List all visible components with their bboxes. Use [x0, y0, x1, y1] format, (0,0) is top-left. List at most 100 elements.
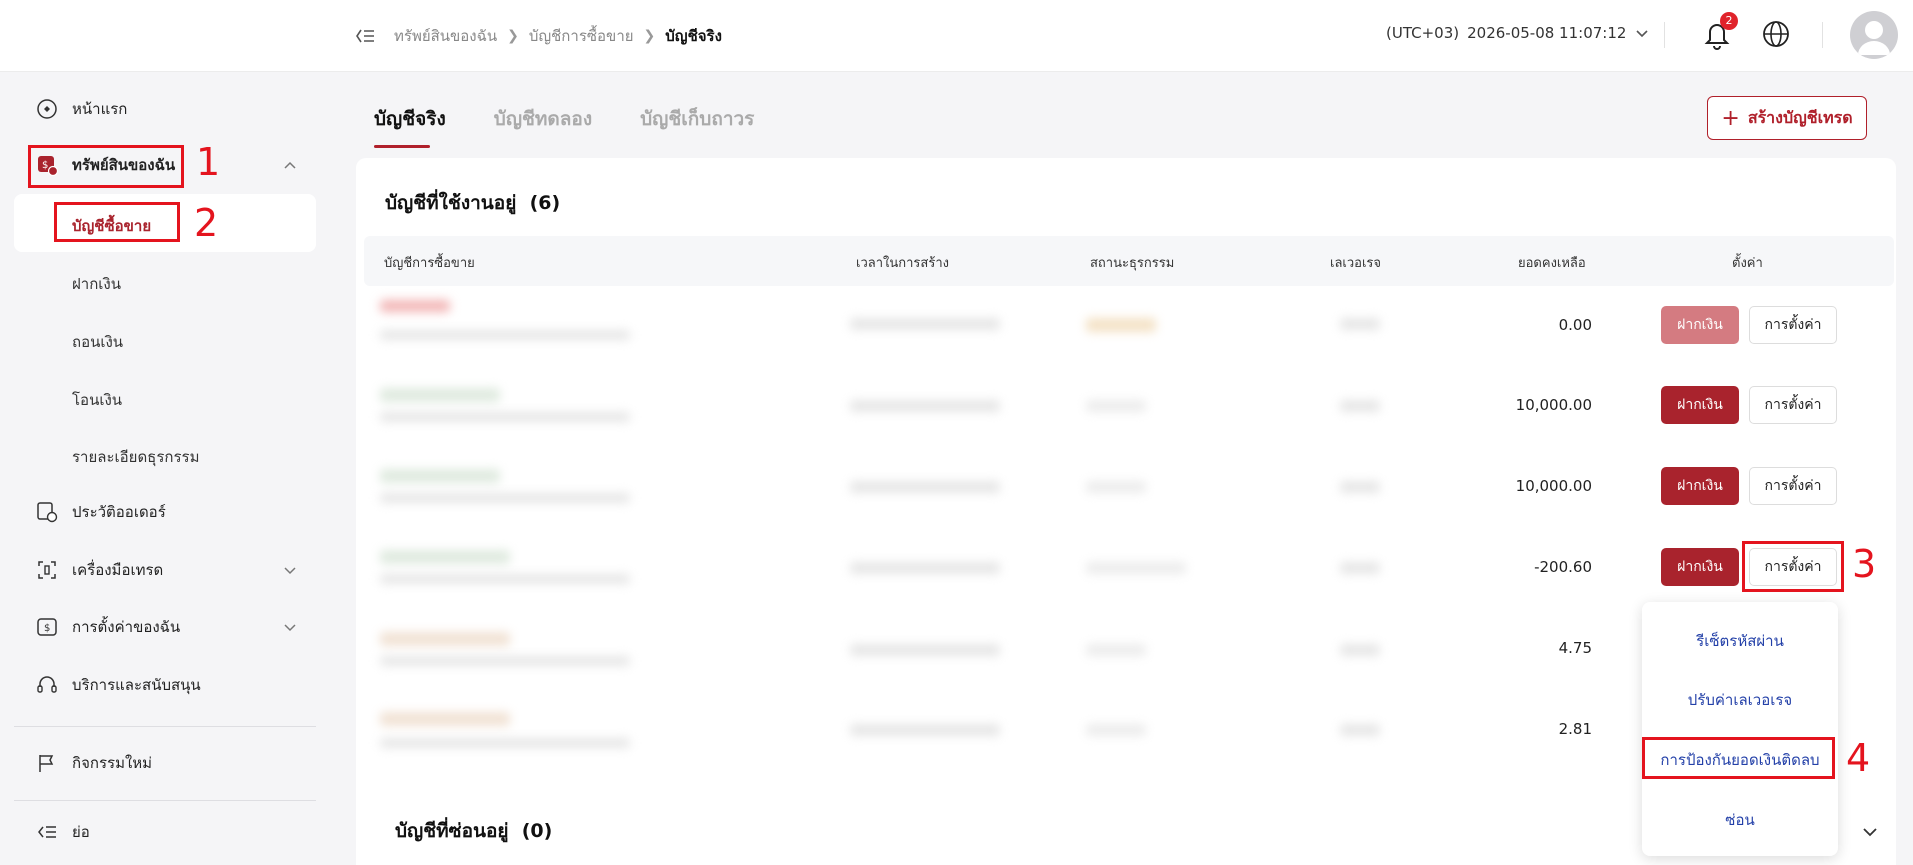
svg-text:$: $ — [44, 623, 50, 634]
tab-archived-accounts[interactable]: บัญชีเก็บถาวร — [640, 104, 754, 134]
col-leverage: เลเวอเรจ — [1330, 256, 1382, 271]
sidebar-item-trading-tools[interactable]: เครื่องมือเทรด — [36, 556, 163, 584]
collapse-sidebar-icon[interactable] — [354, 25, 376, 47]
highlight-box — [28, 145, 184, 188]
top-header: ทรัพย์สินของฉัน ❯ บัญชีการซื้อขาย ❯ บัญช… — [0, 0, 1913, 72]
account-settings-button[interactable]: การตั้งค่า — [1749, 386, 1837, 424]
account-settings-button[interactable]: การตั้งค่า — [1749, 467, 1837, 505]
blurred-status — [1086, 481, 1146, 493]
sidebar-item-home[interactable]: หน้าแรก — [36, 95, 127, 123]
collapse-icon — [38, 826, 56, 838]
sidebar-divider — [14, 800, 316, 801]
hidden-count: (0) — [521, 820, 553, 842]
active-count: (6) — [529, 192, 561, 214]
blurred-leverage — [1340, 724, 1380, 736]
blurred-created-time — [850, 400, 1000, 412]
sidebar-sub-withdraw[interactable]: ถอนเงิน — [72, 330, 123, 354]
create-trading-account-button[interactable]: + สร้างบัญชีเทรด — [1707, 96, 1867, 140]
active-title-text: บัญชีที่ใช้งานอยู่ — [385, 192, 517, 214]
menu-item-adjust-leverage[interactable]: ปรับค่าเลเวอเรจ — [1642, 688, 1838, 712]
sidebar-item-label: ย่อ — [72, 823, 90, 841]
sidebar-sub-transactions[interactable]: รายละเอียดธุรกรรม — [72, 445, 199, 469]
user-icon — [1858, 21, 1890, 55]
chevron-down-icon[interactable] — [282, 619, 298, 635]
chevron-down-icon[interactable] — [282, 562, 298, 578]
blurred-status — [1086, 724, 1146, 736]
blurred-created-time — [850, 562, 1000, 574]
hidden-title-text: บัญชีที่ซ่อนอยู่ — [395, 820, 509, 842]
tab-live-accounts[interactable]: บัญชีจริง — [374, 104, 446, 148]
balance-cell: 4.75 — [1558, 639, 1592, 657]
col-account: บัญชีการซื้อขาย — [384, 256, 475, 271]
blurred-account-detail — [380, 330, 630, 340]
blurred-created-time — [850, 724, 1000, 736]
sidebar-item-my-settings[interactable]: $ การตั้งค่าของฉัน — [36, 613, 180, 641]
chevron-down-icon — [1636, 30, 1648, 38]
breadcrumb: ทรัพย์สินของฉัน ❯ บัญชีการซื้อขาย ❯ บัญช… — [354, 24, 722, 48]
globe-icon[interactable] — [1762, 20, 1790, 48]
blurred-status — [1086, 644, 1146, 656]
deposit-button[interactable]: ฝากเงิน — [1661, 386, 1739, 424]
settings-icon: $ — [37, 618, 57, 636]
timezone-selector[interactable]: (UTC+03) 2026-05-08 11:07:12 — [1386, 24, 1650, 42]
deposit-button[interactable]: ฝากเงิน — [1661, 306, 1739, 344]
sidebar-item-order-history[interactable]: ประวัติออเดอร์ — [36, 498, 166, 526]
annotation-number: 2 — [194, 201, 219, 245]
sidebar-item-label: เครื่องมือเทรด — [72, 561, 164, 579]
blurred-leverage — [1340, 481, 1380, 493]
balance-cell: 10,000.00 — [1515, 396, 1592, 414]
notification-badge: 2 — [1720, 12, 1738, 30]
blurred-created-time — [850, 318, 1000, 330]
highlight-box — [1742, 541, 1844, 592]
account-settings-button[interactable]: การตั้งค่า — [1749, 306, 1837, 344]
col-status: สถานะธุรกรรม — [1090, 256, 1175, 271]
balance-cell: 2.81 — [1558, 720, 1592, 738]
blurred-account-detail — [380, 412, 630, 422]
menu-item-reset-password[interactable]: รีเซ็ตรหัสผ่าน — [1642, 629, 1838, 653]
annotation-number: 1 — [196, 140, 221, 184]
plus-icon: + — [1721, 105, 1740, 131]
settings-dropdown-menu: รีเซ็ตรหัสผ่าน ปรับค่าเลเวอเรจ การป้องกั… — [1642, 602, 1838, 856]
col-settings: ตั้งค่า — [1732, 256, 1763, 271]
sidebar-item-support[interactable]: บริการและสนับสนุน — [36, 671, 201, 699]
blurred-account-detail — [380, 738, 630, 748]
breadcrumb-current: บัญชีจริง — [665, 27, 722, 45]
deposit-button[interactable]: ฝากเงิน — [1661, 548, 1739, 586]
hidden-accounts-title: บัญชีที่ซ่อนอยู่ (0) — [395, 816, 552, 846]
blurred-account-name — [380, 300, 450, 312]
menu-item-hide[interactable]: ซ่อน — [1642, 808, 1838, 832]
sidebar-sub-deposit[interactable]: ฝากเงิน — [72, 272, 121, 296]
sidebar-item-new-activities[interactable]: กิจกรรมใหม่ — [36, 749, 152, 777]
datetime-label: 2026-05-08 11:07:12 — [1467, 24, 1627, 42]
blurred-leverage — [1340, 318, 1380, 330]
col-created-time: เวลาในการสร้าง — [856, 256, 949, 271]
sidebar-item-label: กิจกรรมใหม่ — [72, 754, 153, 772]
chevron-down-icon[interactable] — [1860, 822, 1880, 842]
sidebar-item-label: หน้าแรก — [72, 100, 128, 118]
sidebar-item-collapse[interactable]: ย่อ — [36, 818, 90, 846]
blurred-account-name — [380, 388, 500, 402]
blurred-account-detail — [380, 493, 630, 503]
blurred-status — [1086, 318, 1156, 332]
annotation-number: 3 — [1852, 542, 1877, 586]
balance-cell: -200.60 — [1534, 558, 1592, 576]
breadcrumb-trading-accounts[interactable]: บัญชีการซื้อขาย — [529, 24, 634, 48]
blurred-leverage — [1340, 562, 1380, 574]
active-accounts-title: บัญชีที่ใช้งานอยู่ (6) — [385, 188, 560, 218]
account-tabs: บัญชีจริง บัญชีทดลอง บัญชีเก็บถาวร — [374, 104, 754, 148]
sidebar-sub-transfer[interactable]: โอนเงิน — [72, 388, 122, 412]
tab-demo-accounts[interactable]: บัญชีทดลอง — [494, 104, 592, 134]
blurred-created-time — [850, 644, 1000, 656]
sidebar-item-label: การตั้งค่าของฉัน — [72, 618, 181, 636]
blurred-account-detail — [380, 574, 630, 584]
sidebar-divider — [14, 726, 316, 727]
blurred-leverage — [1340, 644, 1380, 656]
breadcrumb-assets[interactable]: ทรัพย์สินของฉัน — [394, 24, 497, 48]
blurred-account-name — [380, 632, 510, 646]
chevron-up-icon[interactable] — [282, 158, 298, 174]
deposit-button[interactable]: ฝากเงิน — [1661, 467, 1739, 505]
col-balance: ยอดคงเหลือ — [1518, 256, 1586, 271]
avatar[interactable] — [1850, 11, 1898, 59]
header-divider — [1822, 22, 1823, 48]
balance-cell: 10,000.00 — [1515, 477, 1592, 495]
